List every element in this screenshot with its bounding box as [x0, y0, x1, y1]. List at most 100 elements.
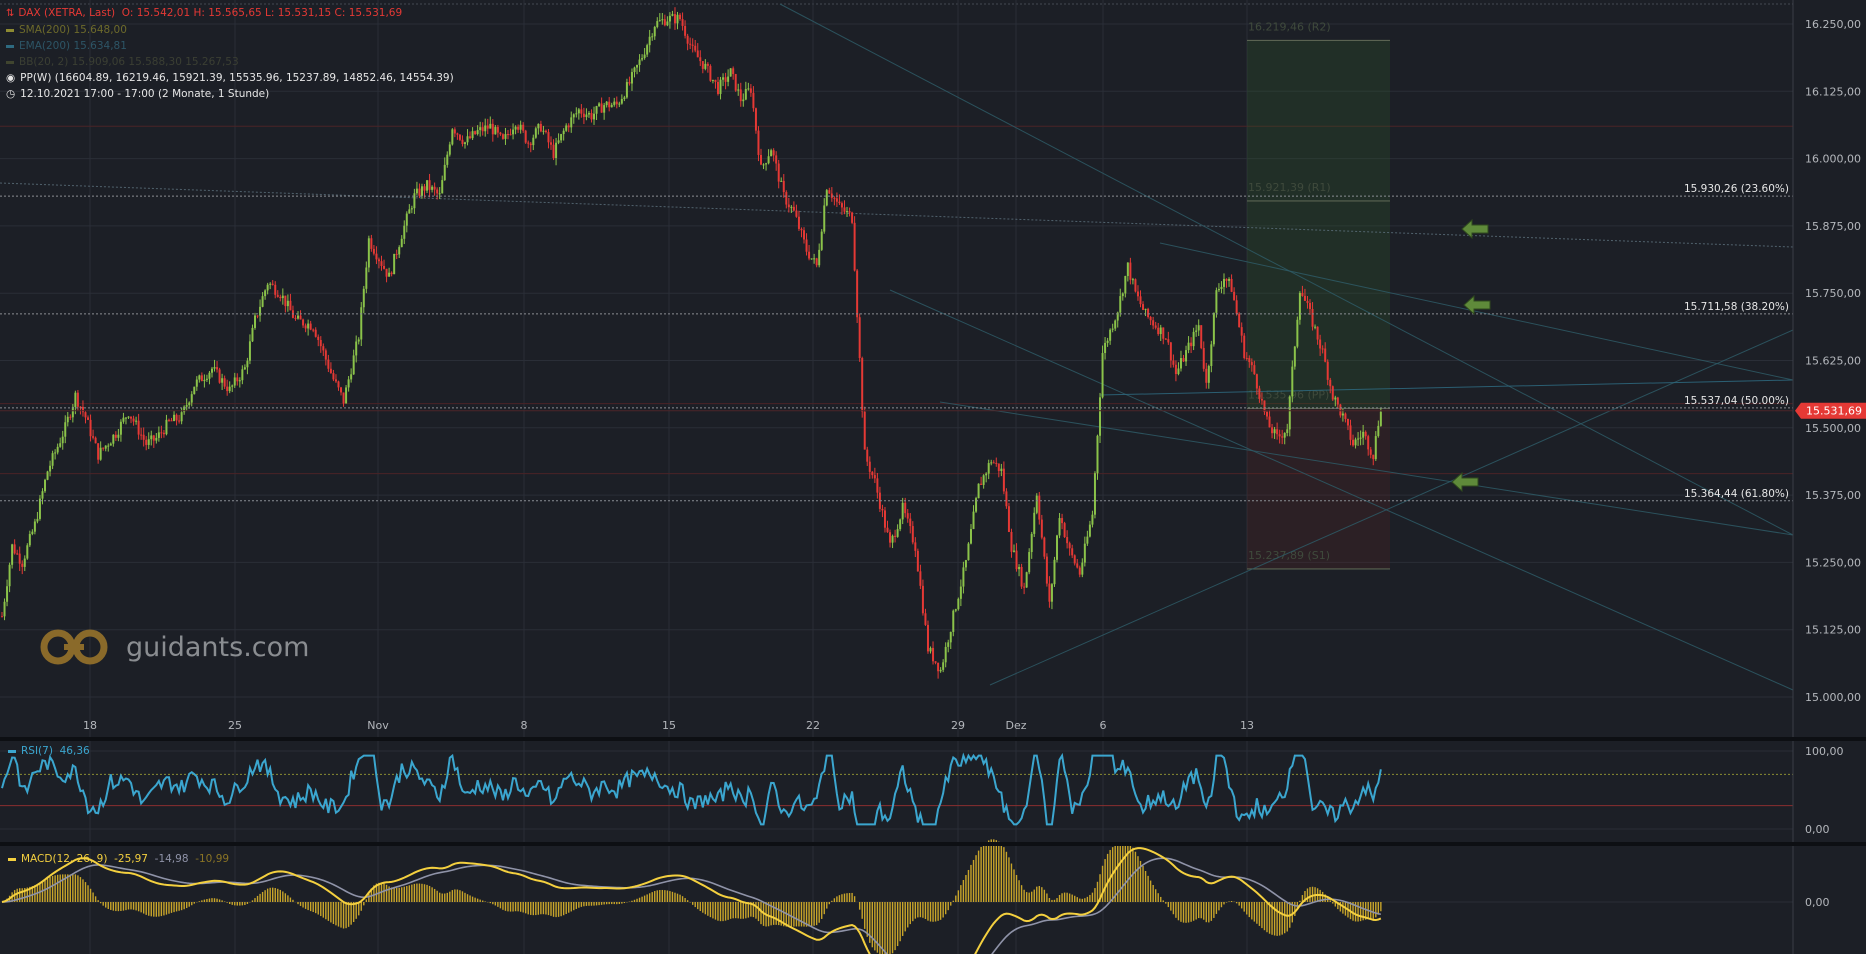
candle-body [754, 108, 757, 131]
rsi-swatch-icon [8, 749, 16, 753]
candle-body [805, 239, 808, 252]
macd-panel [0, 839, 1793, 954]
candle-body [757, 130, 760, 155]
candle-body [1240, 327, 1243, 336]
legend-sma[interactable]: SMA(200) 15.648,00 [6, 22, 454, 38]
candle-body [155, 437, 158, 441]
arrow-left-icon [1461, 218, 1489, 240]
candle-body [990, 462, 993, 464]
candle-body [1379, 411, 1382, 426]
candle-body [1200, 325, 1203, 348]
candle-body [132, 418, 135, 422]
legend-ema[interactable]: EMA(200) 15.634,81 [6, 38, 454, 54]
candle-body [962, 567, 965, 587]
candle-body [932, 647, 935, 662]
candle-body [977, 483, 980, 499]
legend-pivot[interactable]: ◉ PP(W) (16604.89, 16219.46, 15921.39, 15… [6, 70, 454, 86]
candle-body [1154, 325, 1157, 328]
candle-body [896, 529, 899, 537]
candle-body [441, 180, 444, 194]
candle-body [413, 193, 416, 209]
candle-body [352, 355, 355, 375]
candle-body [269, 283, 272, 285]
candle-body [1111, 328, 1114, 330]
candle-body [598, 103, 601, 107]
candle-body [33, 521, 36, 532]
candle-body [942, 662, 945, 670]
candle-body [342, 392, 345, 404]
candle-body [226, 386, 229, 392]
candle-body [772, 150, 775, 156]
legend-period[interactable]: ◷ 12.10.2021 17:00 - 17:00 (2 Monate, 1 S… [6, 86, 454, 102]
candle-body [729, 68, 732, 77]
legend-bb[interactable]: BB(20, 2) 15.909,06 15.588,30 15.267,53 [6, 54, 454, 70]
candle-body [562, 130, 565, 135]
time-tick-label: 13 [1240, 719, 1254, 732]
candle-body [608, 101, 611, 108]
candle-body [365, 267, 368, 289]
candle-body [221, 378, 224, 383]
candle-body [314, 329, 317, 337]
candle-body [676, 14, 679, 24]
annotation-arrows [1451, 218, 1491, 493]
candle-body [714, 79, 717, 82]
candle-body [243, 367, 246, 370]
candle-body [228, 386, 231, 392]
candle-body [165, 419, 168, 435]
candle-body [1359, 437, 1362, 439]
candle-body [1210, 344, 1213, 367]
ema-swatch-icon [6, 44, 14, 48]
candle-body [175, 414, 178, 421]
candle-body [124, 417, 127, 419]
candle-body [1222, 278, 1225, 287]
candle-body [360, 307, 363, 340]
candle-body [1035, 495, 1038, 513]
candle-body [135, 420, 138, 422]
candle-body [21, 563, 24, 567]
candle-body [8, 564, 11, 587]
candle-body [49, 465, 52, 472]
candle-body [1329, 379, 1332, 387]
chart-grid [0, 0, 1793, 954]
candle-body [603, 105, 606, 113]
candle-body [1058, 518, 1061, 536]
candle-body [567, 125, 570, 128]
candle-body [937, 662, 940, 672]
rsi-legend[interactable]: RSI(7) 46,36 [8, 745, 90, 757]
macd-label: MACD(12, 26, 9) [21, 853, 108, 865]
candle-body [456, 133, 459, 135]
candle-body [127, 416, 130, 418]
candle-body [474, 131, 477, 135]
candle-body [527, 142, 530, 144]
candle-body [479, 127, 482, 131]
legend-instrument-row[interactable]: ⇅ DAX (XETRA, Last) O: 15.542,01 H: 15.56… [6, 5, 454, 22]
candle-body [491, 123, 494, 135]
candle-body [711, 79, 714, 81]
candle-body [512, 129, 515, 135]
candle-body [1179, 358, 1182, 369]
candle-body [532, 137, 535, 146]
candle-body [74, 392, 77, 407]
candle-body [947, 642, 950, 647]
candle-body [1078, 567, 1081, 575]
chart-canvas[interactable]: 16.219,46 (R2)15.921,39 (R1)15.535,96 (P… [0, 0, 1866, 954]
candle-body [1023, 586, 1026, 588]
macd-legend[interactable]: MACD(12, 26, 9) -25,97 -14,98 -10,99 [8, 853, 229, 865]
candle-body [418, 188, 421, 196]
time-tick-label: 29 [951, 719, 965, 732]
candle-body [524, 130, 527, 143]
candle-body [152, 435, 155, 441]
price-tick-label: 15.125,00 [1805, 624, 1861, 637]
candle-body [985, 473, 988, 476]
candle-body [858, 317, 861, 359]
candle-body [496, 127, 499, 133]
candle-body [787, 204, 790, 208]
candle-body [210, 368, 213, 373]
candle-body [851, 212, 854, 223]
time-tick-label: Dez [1005, 719, 1026, 732]
candle-body [327, 359, 330, 369]
candle-body [1367, 436, 1370, 450]
candle-body [1288, 396, 1291, 430]
candle-body [706, 63, 709, 66]
price-tick-label: 15.875,00 [1805, 220, 1861, 233]
